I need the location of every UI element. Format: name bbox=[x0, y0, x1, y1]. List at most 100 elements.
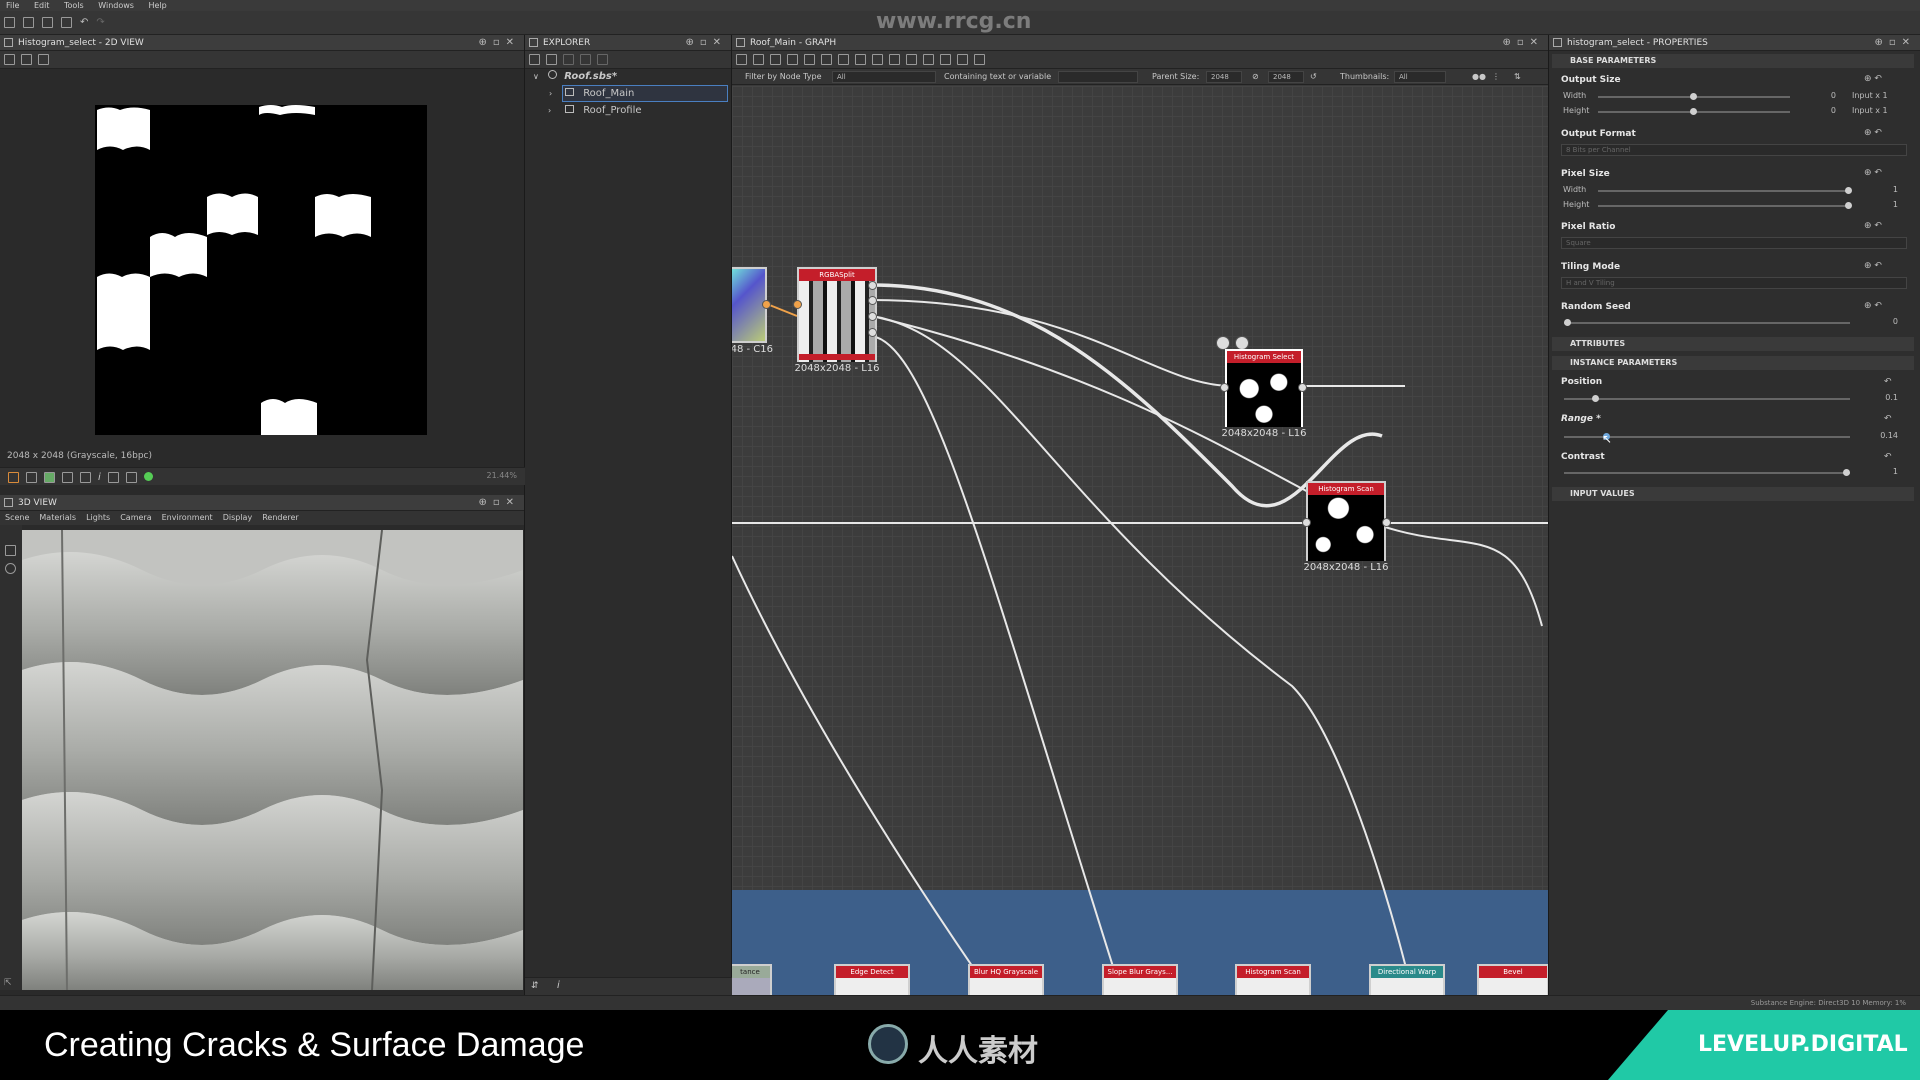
graph-node-histogram-scan[interactable]: Histogram Scan 2048x2048 - L16 bbox=[1303, 481, 1389, 573]
node-doc-icon[interactable] bbox=[1216, 336, 1230, 350]
pixel-height-slider[interactable] bbox=[1598, 202, 1852, 209]
menu-file[interactable]: File bbox=[0, 0, 25, 11]
reset-icon[interactable]: ↺ bbox=[1310, 69, 1317, 85]
view3d-menu-scene[interactable]: Scene bbox=[5, 511, 29, 525]
refresh-icon[interactable] bbox=[923, 54, 934, 65]
thumbnails-dropdown[interactable]: All bbox=[1394, 71, 1446, 83]
info-icon[interactable]: i bbox=[557, 980, 560, 991]
output-height-relative[interactable]: Input x 1 bbox=[1852, 106, 1888, 115]
menu-edit[interactable]: Edit bbox=[28, 0, 56, 11]
link-icon[interactable] bbox=[580, 54, 591, 65]
position-slider[interactable] bbox=[1564, 395, 1850, 402]
slider-knob[interactable] bbox=[1592, 395, 1599, 402]
color-icon[interactable] bbox=[44, 472, 55, 483]
grid-icon[interactable] bbox=[62, 472, 73, 483]
export-icon[interactable] bbox=[38, 54, 49, 65]
slider-knob[interactable] bbox=[1564, 319, 1571, 326]
search-icon[interactable] bbox=[804, 54, 815, 65]
view3d-menu-materials[interactable]: Materials bbox=[39, 511, 76, 525]
graph-node-bottom-4[interactable]: Histogram Scan bbox=[1235, 964, 1311, 995]
expose-parameter-icon[interactable]: ⊕ ↶ bbox=[1864, 221, 1882, 231]
expose-parameter-icon[interactable]: ⊕ ↶ bbox=[1864, 261, 1882, 271]
tile-icon[interactable] bbox=[80, 472, 91, 483]
sort-icon[interactable]: ⇅ bbox=[1514, 69, 1521, 85]
view3d-corner-icon[interactable]: ⇱ bbox=[4, 978, 12, 988]
slider-knob[interactable] bbox=[1843, 469, 1850, 476]
info-icon[interactable]: i bbox=[98, 472, 101, 483]
frame-selected-icon[interactable] bbox=[753, 54, 764, 65]
view3d-menu-lights[interactable]: Lights bbox=[86, 511, 110, 525]
view3d-viewport[interactable] bbox=[22, 530, 523, 990]
filter-node-type-dropdown[interactable]: All bbox=[832, 71, 936, 83]
histogram-preview[interactable] bbox=[95, 105, 427, 435]
publish-icon[interactable] bbox=[563, 54, 574, 65]
graph-canvas[interactable]: 48 - C16 RGBASplit 2048x2048 - L16 Histo… bbox=[732, 86, 1548, 995]
connect-icon[interactable] bbox=[838, 54, 849, 65]
layout-icon[interactable] bbox=[855, 54, 866, 65]
graph-node-bottom-6[interactable]: Bevel bbox=[1477, 964, 1548, 995]
light-icon[interactable] bbox=[5, 563, 16, 574]
expose-parameter-icon[interactable]: ⊕ ↶ bbox=[1864, 301, 1882, 311]
settings-icon[interactable] bbox=[597, 54, 608, 65]
crop-icon[interactable] bbox=[974, 54, 985, 65]
open-icon[interactable] bbox=[42, 17, 53, 28]
pixel-width-slider[interactable] bbox=[1598, 187, 1852, 194]
graph-node-bottom-3[interactable]: Slope Blur Grays... bbox=[1102, 964, 1178, 995]
new-package-icon[interactable] bbox=[546, 54, 557, 65]
graph-node-histogram-select[interactable]: Histogram Select 2048x2048 - L16 bbox=[1221, 349, 1307, 439]
frame-icon[interactable] bbox=[889, 54, 900, 65]
chevron-down-icon[interactable]: ∨ bbox=[533, 72, 539, 81]
view-options-icon[interactable]: ●● bbox=[1472, 69, 1486, 85]
section-instance-parameters[interactable]: INSTANCE PARAMETERS bbox=[1552, 356, 1914, 370]
explorer-item-roof-main[interactable]: › Roof_Main bbox=[549, 85, 728, 102]
panel-controls[interactable]: ⊕▫✕ bbox=[478, 495, 520, 511]
node-input-port[interactable] bbox=[1220, 383, 1229, 392]
graph-node-rgbasplit[interactable]: RGBASplit 2048x2048 - L16 bbox=[794, 267, 880, 374]
layers-icon[interactable] bbox=[8, 472, 19, 483]
view3d-menu-renderer[interactable]: Renderer bbox=[262, 511, 299, 525]
parent-size-w-dropdown[interactable]: 2048 bbox=[1206, 71, 1242, 83]
snapshot-icon[interactable] bbox=[770, 54, 781, 65]
graph-node-bottom-0[interactable]: tance bbox=[732, 964, 772, 995]
undo-icon[interactable]: ↶ bbox=[80, 17, 88, 28]
panel-controls[interactable]: ⊕▫✕ bbox=[1502, 35, 1544, 51]
node-output-port[interactable] bbox=[868, 281, 877, 290]
chevron-right-icon[interactable]: › bbox=[549, 86, 552, 101]
reset-icon[interactable]: ↶ bbox=[1884, 452, 1892, 462]
redo-icon[interactable]: ↷ bbox=[96, 17, 104, 28]
zoom-level[interactable]: 21.44% bbox=[486, 471, 517, 480]
section-input-values[interactable]: INPUT VALUES bbox=[1552, 487, 1914, 501]
save-icon[interactable] bbox=[61, 17, 72, 28]
hierarchy-icon[interactable]: ⇵ bbox=[531, 981, 539, 991]
node-input-port[interactable] bbox=[793, 300, 802, 309]
node-close-icon[interactable] bbox=[1235, 336, 1249, 350]
panel-controls[interactable]: ⊕▫✕ bbox=[478, 35, 520, 51]
output-format-dropdown[interactable]: 8 Bits per Channel bbox=[1561, 144, 1907, 156]
panel-controls[interactable]: ⊕▫✕ bbox=[1874, 35, 1916, 51]
random-seed-slider[interactable] bbox=[1564, 319, 1850, 326]
export-icon[interactable] bbox=[957, 54, 968, 65]
section-base-parameters[interactable]: BASE PARAMETERS bbox=[1552, 54, 1914, 68]
new-graph-icon[interactable] bbox=[23, 17, 34, 28]
output-height-slider[interactable] bbox=[1598, 108, 1790, 115]
slider-knob[interactable] bbox=[1690, 108, 1697, 115]
save-package-icon[interactable] bbox=[529, 54, 540, 65]
link-icon[interactable]: ⊘ bbox=[1252, 69, 1259, 85]
comment-icon[interactable] bbox=[872, 54, 883, 65]
node-output-port[interactable] bbox=[868, 312, 877, 321]
graph-node-bottom-5[interactable]: Directional Warp bbox=[1369, 964, 1445, 995]
pin-icon[interactable] bbox=[906, 54, 917, 65]
node-output-port[interactable] bbox=[868, 328, 877, 337]
expose-parameter-icon[interactable]: ⊕ ↶ bbox=[1864, 168, 1882, 178]
view3d-menu-camera[interactable]: Camera bbox=[120, 511, 151, 525]
contrast-slider[interactable] bbox=[1564, 469, 1850, 476]
frame-all-icon[interactable] bbox=[736, 54, 747, 65]
camera-icon[interactable] bbox=[5, 545, 16, 556]
reset-icon[interactable]: ↶ bbox=[1884, 377, 1892, 387]
view3d-menu-display[interactable]: Display bbox=[223, 511, 253, 525]
node-output-port[interactable] bbox=[1382, 518, 1391, 527]
section-attributes[interactable]: ATTRIBUTES bbox=[1552, 337, 1914, 351]
output-width-slider[interactable] bbox=[1598, 93, 1790, 100]
graph-node-bottom-1[interactable]: Edge Detect bbox=[834, 964, 910, 995]
channel-icon[interactable] bbox=[26, 472, 37, 483]
